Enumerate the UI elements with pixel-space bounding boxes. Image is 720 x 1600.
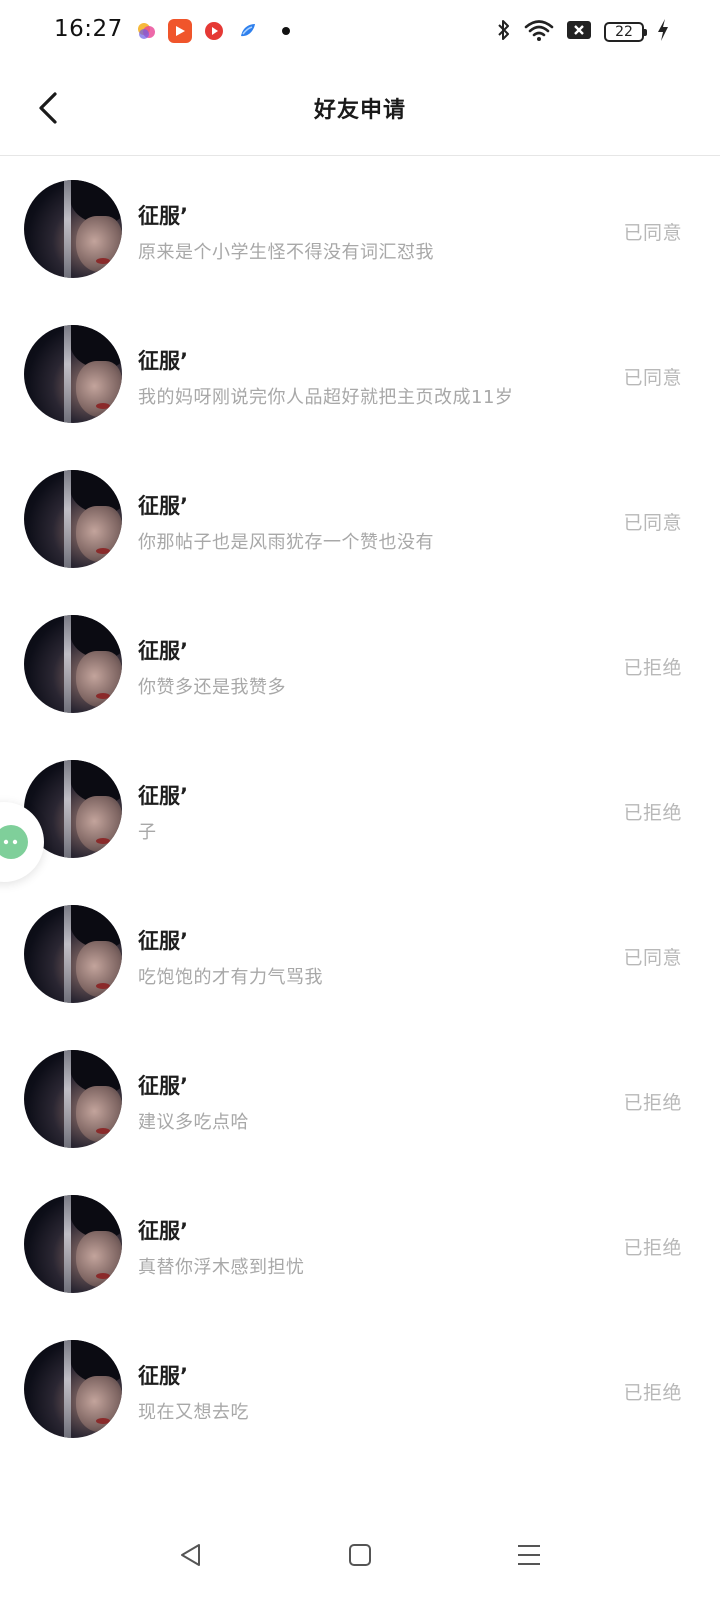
avatar[interactable] — [24, 1050, 122, 1148]
request-message: 你那帖子也是风雨犹存一个赞也没有 — [138, 532, 434, 553]
request-message: 子 — [138, 822, 157, 843]
request-status: 已拒绝 — [623, 657, 682, 679]
battery-icon: 22 — [604, 22, 647, 42]
user-name: 征服’ — [138, 1219, 188, 1243]
nav-menu-button[interactable] — [512, 1538, 546, 1572]
notification-dot-icon — [282, 27, 290, 35]
request-message: 真替你浮木感到担忧 — [138, 1257, 305, 1278]
user-name: 征服’ — [138, 929, 188, 953]
menu-lines-icon — [518, 1545, 540, 1565]
request-message: 建议多吃点哈 — [138, 1112, 249, 1133]
avatar[interactable] — [24, 470, 122, 568]
request-message: 吃饱饱的才有力气骂我 — [138, 967, 323, 988]
status-time: 16:27 — [54, 16, 123, 42]
status-app-icons — [134, 19, 290, 43]
friend-request-row[interactable]: 征服’ 你赞多还是我赞多 已拒绝 — [0, 593, 720, 738]
nav-back-button[interactable] — [174, 1538, 208, 1572]
request-status: 已拒绝 — [623, 1092, 682, 1114]
system-nav-bar — [0, 1508, 720, 1600]
avatar[interactable] — [24, 1340, 122, 1438]
status-bar: 16:27 22 — [0, 0, 720, 64]
user-name: 征服’ — [138, 204, 188, 228]
blue-app-icon — [236, 19, 260, 43]
request-status: 已拒绝 — [623, 1382, 682, 1404]
triangle-back-icon — [181, 1544, 200, 1566]
request-message: 原来是个小学生怪不得没有词汇怼我 — [138, 242, 434, 263]
avatar[interactable] — [24, 905, 122, 1003]
user-name: 征服’ — [138, 784, 188, 808]
wifi-icon — [524, 18, 554, 46]
request-message: 你赞多还是我赞多 — [138, 677, 286, 698]
avatar[interactable] — [24, 1195, 122, 1293]
friend-request-list: 征服’ 原来是个小学生怪不得没有词汇怼我 已同意 征服’ 我的妈呀刚说完你人品超… — [0, 158, 720, 1463]
friend-request-row[interactable]: 征服’ 我的妈呀刚说完你人品超好就把主页改成11岁 已同意 — [0, 303, 720, 448]
request-status: 已同意 — [623, 512, 682, 534]
user-name: 征服’ — [138, 639, 188, 663]
no-sim-icon — [566, 19, 592, 45]
page-header: 好友申请 — [0, 64, 720, 156]
request-status: 已拒绝 — [623, 802, 682, 824]
red-video-app-icon — [202, 19, 226, 43]
nav-home-button[interactable] — [343, 1538, 377, 1572]
avatar[interactable] — [24, 325, 122, 423]
battery-level: 22 — [615, 24, 633, 40]
user-name: 征服’ — [138, 1074, 188, 1098]
status-system-icons: 22 — [496, 18, 670, 46]
avatar[interactable] — [24, 615, 122, 713]
request-status: 已同意 — [623, 947, 682, 969]
square-home-icon — [349, 1544, 371, 1566]
friend-request-row[interactable]: 征服’ 现在又想去吃 已拒绝 — [0, 1318, 720, 1463]
request-status: 已拒绝 — [623, 1237, 682, 1259]
bluetooth-icon — [496, 18, 512, 46]
user-name: 征服’ — [138, 494, 188, 518]
friend-request-row[interactable]: 征服’ 子 已拒绝 — [0, 738, 720, 883]
friend-request-row[interactable]: 征服’ 真替你浮木感到担忧 已拒绝 — [0, 1173, 720, 1318]
video-play-app-icon — [168, 19, 192, 43]
friend-request-row[interactable]: 征服’ 你那帖子也是风雨犹存一个赞也没有 已同意 — [0, 448, 720, 593]
page-title: 好友申请 — [313, 98, 406, 123]
chat-bubble-icon — [0, 825, 28, 859]
request-status: 已同意 — [623, 222, 682, 244]
user-name: 征服’ — [138, 1364, 188, 1388]
request-message: 我的妈呀刚说完你人品超好就把主页改成11岁 — [138, 387, 514, 408]
friend-request-row[interactable]: 征服’ 建议多吃点哈 已拒绝 — [0, 1028, 720, 1173]
friend-request-row[interactable]: 征服’ 吃饱饱的才有力气骂我 已同意 — [0, 883, 720, 1028]
avatar[interactable] — [24, 180, 122, 278]
user-name: 征服’ — [138, 349, 188, 373]
colorful-app-icon — [134, 19, 158, 43]
request-status: 已同意 — [623, 367, 682, 389]
friend-request-row[interactable]: 征服’ 原来是个小学生怪不得没有词汇怼我 已同意 — [0, 158, 720, 303]
charging-icon — [656, 18, 670, 46]
request-message: 现在又想去吃 — [138, 1402, 249, 1423]
